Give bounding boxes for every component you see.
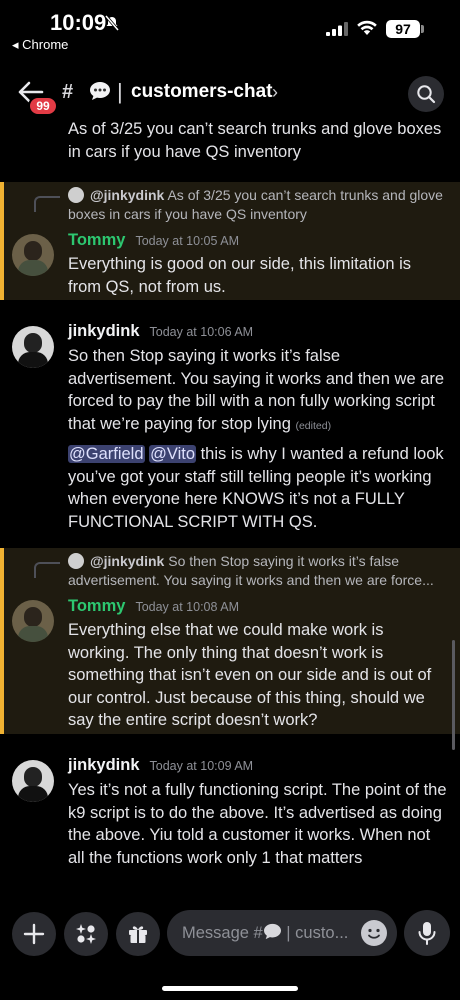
silent-bell-icon <box>104 15 120 31</box>
back-to-app-link[interactable]: ◂ Chrome <box>12 37 68 53</box>
channel-hash-icon: # <box>62 81 74 103</box>
composer-bar: Message # | custo... <box>0 900 460 1000</box>
edited-label: (edited) <box>295 419 332 432</box>
message-text: Everything else that we could make work … <box>68 621 432 729</box>
message: Tommy Today at 10:08 AM Everything else t… <box>68 597 448 732</box>
message-continuation: As of 3/25 you can’t search trunks and g… <box>68 118 448 163</box>
avatar[interactable] <box>12 760 54 802</box>
scrollbar[interactable] <box>452 640 455 750</box>
message: Tommy Today at 10:05 AM Everything is goo… <box>68 231 448 298</box>
timestamp: Today at 10:06 AM <box>149 325 254 339</box>
timestamp: Today at 10:05 AM <box>135 234 239 248</box>
author-name[interactable]: jinkydink <box>68 322 140 340</box>
channel-header: 99 # | customers-chat › <box>0 68 460 120</box>
wifi-icon <box>357 20 377 35</box>
avatar[interactable] <box>12 326 54 368</box>
timestamp: Today at 10:09 AM <box>149 759 254 773</box>
avatar[interactable] <box>12 234 54 276</box>
reply-connector <box>34 196 60 212</box>
reply-author: @jinkydink <box>90 553 165 569</box>
plus-icon <box>23 923 45 945</box>
message: jinkydink Today at 10:09 AM Yes it’s not … <box>68 756 448 869</box>
channel-name[interactable]: customers-chat <box>131 81 273 103</box>
author-name[interactable]: Tommy <box>68 597 125 615</box>
message-placeholder: Message # | custo... <box>182 923 349 942</box>
gift-button[interactable] <box>116 912 160 956</box>
message-text: Everything is good on our side, this lim… <box>68 255 412 296</box>
avatar[interactable] <box>12 600 54 642</box>
apps-sparkle-icon <box>76 924 96 944</box>
message-text: Yes it’s not a fully functioning script.… <box>68 781 447 867</box>
smiley-icon <box>368 928 380 939</box>
home-indicator[interactable] <box>162 986 298 991</box>
status-time: 10:09 <box>50 10 107 35</box>
emoji-button[interactable] <box>361 920 387 946</box>
speech-bubble-icon <box>90 82 110 100</box>
message-text: As of 3/25 you can’t search trunks and g… <box>68 120 442 161</box>
search-button[interactable] <box>408 76 444 112</box>
mention-vito[interactable]: @Vito <box>149 445 197 463</box>
header-separator: | <box>117 79 123 104</box>
search-icon <box>417 85 436 104</box>
unread-badge: 99 <box>28 96 58 116</box>
voice-message-button[interactable] <box>404 910 450 956</box>
add-attachment-button[interactable] <box>12 912 56 956</box>
speech-bubble-icon <box>263 923 281 940</box>
message-input[interactable]: Message # | custo... <box>167 910 397 956</box>
cell-signal-icon <box>326 22 348 36</box>
status-bar: 10:09 ◂ Chrome 97 <box>0 0 460 60</box>
author-name[interactable]: jinkydink <box>68 756 140 774</box>
author-name[interactable]: Tommy <box>68 231 125 249</box>
reply-connector <box>34 562 60 578</box>
timestamp: Today at 10:08 AM <box>135 600 239 614</box>
reply-preview[interactable]: @jinkydink So then Stop saying it works … <box>68 552 448 590</box>
message: jinkydink Today at 10:06 AM So then Stop … <box>68 322 448 533</box>
apps-button[interactable] <box>64 912 108 956</box>
chevron-right-icon[interactable]: › <box>272 82 278 103</box>
battery-icon: 97 <box>386 20 420 38</box>
microphone-icon <box>418 922 436 945</box>
mention-garfield[interactable]: @Garfield <box>68 445 145 463</box>
gift-icon <box>129 926 147 943</box>
reply-author: @jinkydink <box>90 187 165 203</box>
battery-tip <box>421 25 424 33</box>
reply-preview[interactable]: @jinkydink As of 3/25 you can’t search t… <box>68 186 448 224</box>
message-text: So then Stop saying it works it’s false … <box>68 347 445 433</box>
